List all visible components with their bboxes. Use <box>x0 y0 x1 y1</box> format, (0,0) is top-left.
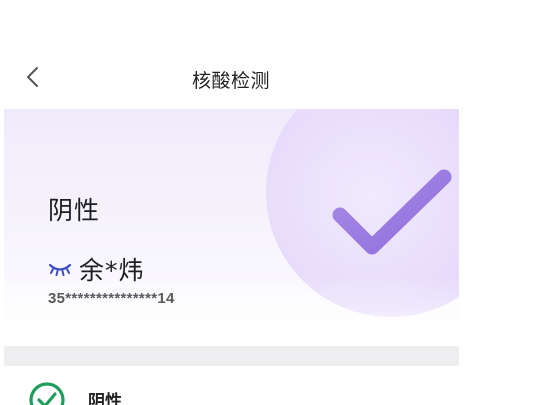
screen: 核酸检测 阴性 余*炜 35***************14 阴性 <box>0 0 540 405</box>
result-card: 阴性 余*炜 35***************14 <box>4 109 459 345</box>
checkmark-icon <box>326 167 456 267</box>
id-number: 35***************14 <box>48 290 175 307</box>
eye-closed-icon[interactable] <box>48 262 72 276</box>
detail-row: 阴性 <box>28 378 458 405</box>
status-label: 阴性 <box>88 392 122 405</box>
person-name: 余*炜 <box>79 256 145 285</box>
check-circle-icon <box>28 381 66 405</box>
page-title: 核酸检测 <box>191 70 270 92</box>
section-divider <box>4 346 459 366</box>
name-row: 余*炜 <box>48 252 145 286</box>
result-label: 阴性 <box>48 196 101 225</box>
nav-bar: 核酸检测 <box>0 56 462 100</box>
